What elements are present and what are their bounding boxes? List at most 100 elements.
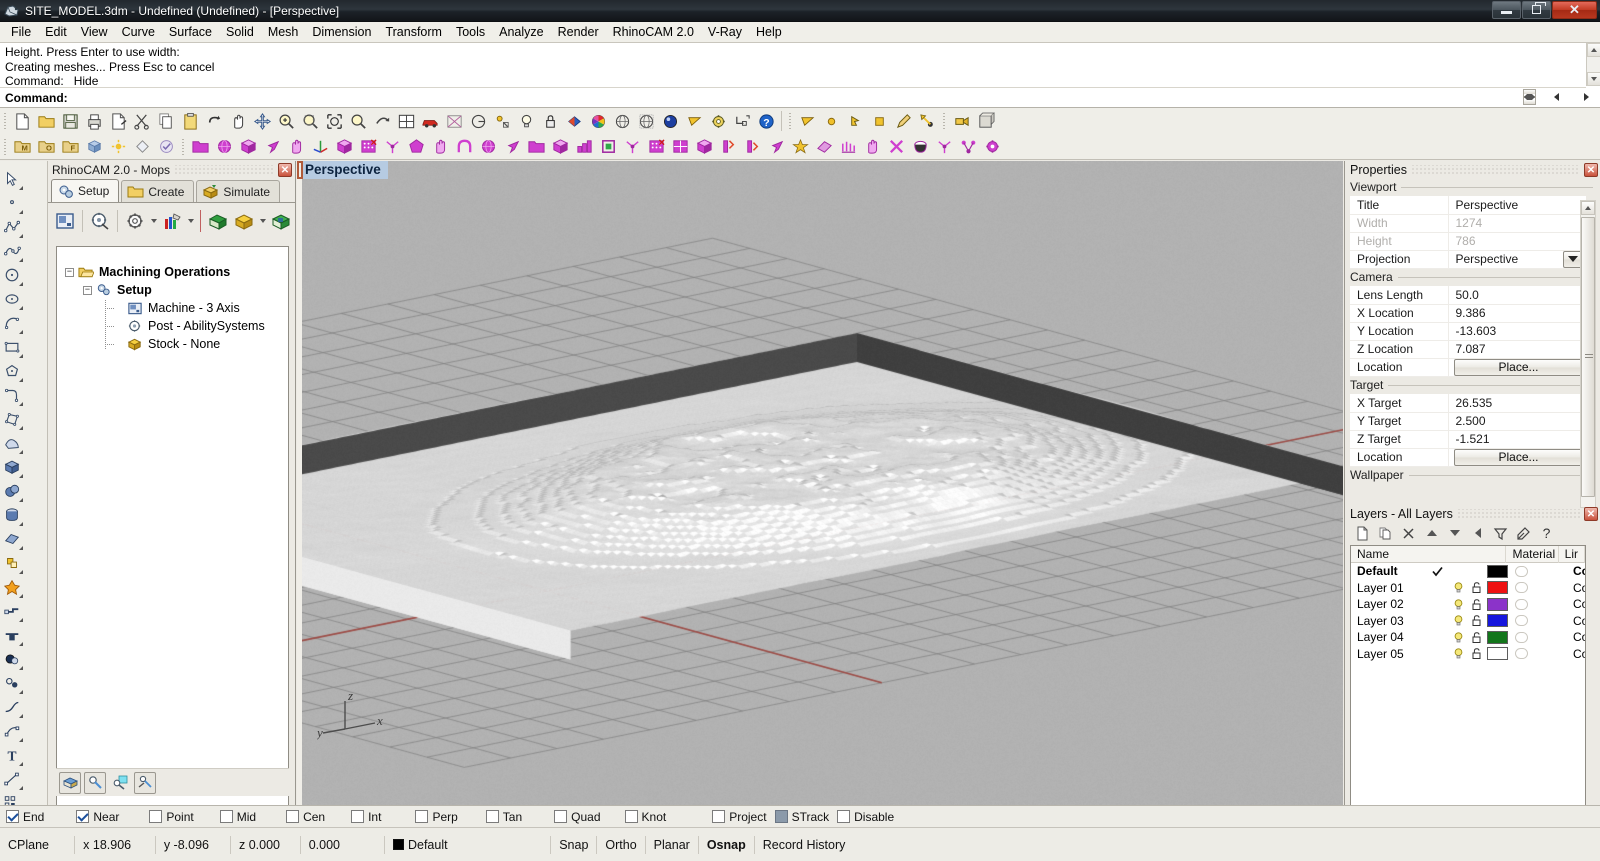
layer-tools-icon[interactable] (1512, 524, 1535, 543)
status-current-layer[interactable]: Default (385, 835, 550, 855)
solid-box-icon[interactable] (0, 455, 24, 479)
mesh-wedge-icon[interactable] (500, 135, 524, 159)
properties-drag-grip[interactable] (1411, 165, 1580, 175)
dimension-icon[interactable] (730, 109, 754, 133)
cut-scissors-icon[interactable] (130, 109, 154, 133)
menu-item-help[interactable]: Help (749, 22, 789, 42)
property-value[interactable]: -13.603 (1448, 322, 1586, 340)
zoom-in-icon[interactable] (274, 109, 298, 133)
mesh-offset-icon[interactable] (692, 135, 716, 159)
layers-table-body[interactable]: DefaultCoLayer 01CoLayer 02CoLayer 03CoL… (1351, 563, 1585, 662)
paste-icon[interactable] (178, 109, 202, 133)
layer-f-icon[interactable]: F (58, 135, 82, 159)
diamond-icon[interactable] (130, 135, 154, 159)
command-input-row[interactable]: Command: (0, 87, 1586, 107)
line-icon[interactable] (891, 109, 915, 133)
layer-lock-icon[interactable] (1467, 598, 1485, 611)
menu-item-v-ray[interactable]: V-Ray (701, 22, 749, 42)
arc-icon[interactable] (0, 311, 24, 335)
material-icon[interactable] (562, 109, 586, 133)
property-value[interactable]: 50.0 (1448, 286, 1586, 304)
tree-node[interactable]: Stock - None (57, 335, 288, 353)
rect-icon[interactable] (867, 109, 891, 133)
point-icon[interactable] (819, 109, 843, 133)
property-value[interactable]: 7.087 (1448, 340, 1586, 358)
layer-material-chip[interactable] (1515, 615, 1571, 626)
simulate-toolpath-button[interactable] (84, 772, 106, 794)
layer-color-swatch[interactable] (1485, 631, 1515, 644)
print-icon[interactable] (82, 109, 106, 133)
delete-layer-icon[interactable] (1397, 524, 1420, 543)
osnap-strack[interactable]: STrack (775, 810, 830, 824)
mesh-quad-icon[interactable] (668, 135, 692, 159)
layer-name[interactable]: Layer 02 (1351, 597, 1425, 611)
move-layer-down-icon[interactable] (1443, 524, 1466, 543)
light-bulb-icon[interactable] (514, 109, 538, 133)
move-layer-up-icon[interactable] (1420, 524, 1443, 543)
scroll-up-button[interactable] (1587, 43, 1600, 57)
mesh-cross-icon[interactable] (884, 135, 908, 159)
command-history-scrollbar[interactable] (1586, 43, 1600, 86)
sphere-wire-icon[interactable] (634, 109, 658, 133)
named-view-icon[interactable] (973, 109, 997, 133)
stock-green-icon[interactable] (205, 207, 231, 235)
sphere-shade-icon[interactable] (610, 109, 634, 133)
layer-linetype[interactable]: Co (1571, 564, 1585, 578)
layer-color-swatch[interactable] (1485, 565, 1515, 578)
status-toggle-ortho[interactable]: Ortho (597, 835, 644, 855)
menu-item-solid[interactable]: Solid (219, 22, 261, 42)
menu-item-transform[interactable]: Transform (378, 22, 449, 42)
layer-name[interactable]: Layer 01 (1351, 581, 1425, 595)
surface-sweep-icon[interactable] (0, 431, 24, 455)
layer-row[interactable]: DefaultCo (1351, 563, 1585, 580)
osnap-cen[interactable]: Cen (286, 810, 325, 824)
machine-setup-icon[interactable] (52, 207, 78, 235)
layer-visibility-bulb-icon[interactable] (1449, 614, 1467, 627)
mesh-weld-icon[interactable] (716, 135, 740, 159)
mesh-grid-icon[interactable] (548, 135, 572, 159)
vector-icon[interactable] (915, 109, 939, 133)
maximize-button[interactable] (1522, 1, 1551, 19)
tree-collapse-toggle[interactable]: − (83, 286, 92, 295)
menu-item-edit[interactable]: Edit (38, 22, 74, 42)
osnap-checkbox[interactable] (415, 810, 428, 823)
generate-toolpath-button[interactable] (59, 772, 81, 794)
osnap-quad[interactable]: Quad (554, 810, 600, 824)
property-value[interactable]: 26.535 (1448, 394, 1586, 412)
layer-row[interactable]: Layer 03Co (1351, 613, 1585, 630)
layer-o-icon[interactable]: O (34, 135, 58, 159)
status-toggle-planar[interactable]: Planar (646, 835, 698, 855)
layer-row[interactable]: Layer 01Co (1351, 580, 1585, 597)
layer-lock-icon[interactable] (1467, 581, 1485, 594)
osnap-tan[interactable]: Tan (486, 810, 522, 824)
property-value[interactable]: -1.521 (1448, 430, 1586, 448)
layer-visibility-bulb-icon[interactable] (1449, 631, 1467, 644)
pan-hand-icon[interactable] (226, 109, 250, 133)
mesh-sphere-icon[interactable] (212, 135, 236, 159)
color-wheel-icon[interactable] (586, 109, 610, 133)
menu-item-dimension[interactable]: Dimension (305, 22, 378, 42)
mesh-fold-icon[interactable] (860, 135, 884, 159)
menu-item-analyze[interactable]: Analyze (492, 22, 550, 42)
osnap-checkbox[interactable] (286, 810, 299, 823)
property-value[interactable]: 2.500 (1448, 412, 1586, 430)
rhinocam-close-button[interactable]: ✕ (278, 163, 292, 177)
menu-item-tools[interactable]: Tools (449, 22, 492, 42)
cut-copy-export-icon[interactable] (106, 109, 130, 133)
osnap-checkbox[interactable] (351, 810, 364, 823)
layer-linetype[interactable]: Co (1571, 614, 1585, 628)
toolpath-info-button[interactable] (109, 772, 131, 794)
mesh-shell-icon[interactable] (476, 135, 500, 159)
arch-icon[interactable] (452, 135, 476, 159)
post-process-icon[interactable] (87, 207, 113, 235)
layer-name[interactable]: Layer 04 (1351, 630, 1425, 644)
stock-dropdown-caret[interactable] (257, 207, 268, 235)
osnap-checkbox[interactable] (486, 810, 499, 823)
mesh-explode-icon[interactable] (932, 135, 956, 159)
layer-color-swatch[interactable] (1485, 581, 1515, 594)
osnap-checkbox[interactable] (149, 810, 162, 823)
menu-item-rhinocam-2-0[interactable]: RhinoCAM 2.0 (606, 22, 701, 42)
layer-material-chip[interactable] (1515, 648, 1571, 659)
property-value[interactable]: 786 (1448, 232, 1586, 250)
perspective-viewport[interactable]: Perspective z x y (297, 161, 1343, 805)
